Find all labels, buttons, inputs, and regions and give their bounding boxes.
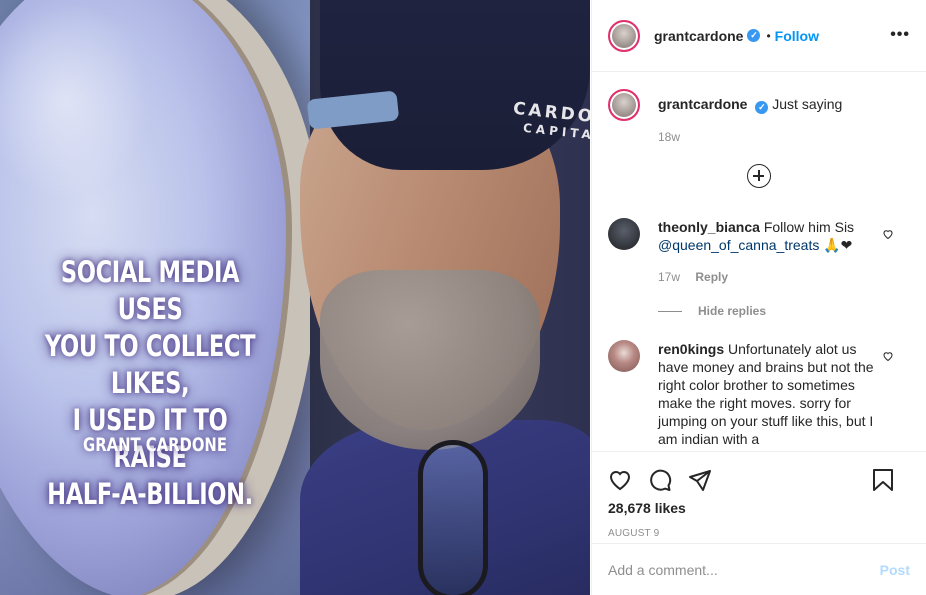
caption: grantcardone ✓ Just saying 18w [608,89,910,146]
add-comment-bar: Post [592,543,926,595]
author-avatar[interactable] [608,19,640,52]
more-options-icon[interactable]: ••• [890,27,910,43]
follow-button[interactable]: Follow [775,28,819,44]
caption-time[interactable]: 18w [658,130,680,144]
caption-meta: 18w [658,128,882,146]
quote-line: SOCIAL MEDIA USES [60,255,240,326]
verified-badge-icon: ✓ [755,101,769,114]
caption-username[interactable]: grantcardone [658,96,747,112]
comment-item: theonly_bianca Follow him Sis @queen_of_… [608,218,910,286]
quote-line: HALF-A-BILLION. [47,477,253,511]
hide-replies-button[interactable]: Hide replies [658,304,910,318]
post-date[interactable]: AUGUST 9 [608,528,910,539]
save-bookmark-icon[interactable] [872,468,894,492]
hide-replies-label: Hide replies [698,304,767,318]
comment-item: ren0kings Unfortunately alot us have mon… [608,340,910,448]
like-heart-icon[interactable] [608,468,632,492]
comment-input[interactable] [608,561,880,578]
post-actions: 28,678 likes AUGUST 9 [592,451,926,539]
quote-text: SOCIAL MEDIA USES YOU TO COLLECT LIKES, … [33,254,267,513]
post-header: grantcardone ✓ • Follow ••• [592,0,926,72]
post-image[interactable]: CARDO CAPITA SOCIAL MEDIA USES YOU TO CO… [0,0,590,595]
like-count[interactable]: 28,678 likes [608,500,910,516]
commenter-avatar[interactable] [608,218,640,250]
comment-username[interactable]: ren0kings [658,341,724,357]
author-username[interactable]: grantcardone [654,28,743,44]
comment-emoji: 🙏❤ [823,237,853,253]
verified-badge-icon: ✓ [747,29,761,42]
like-comment-heart-icon[interactable] [882,228,894,240]
post-comment-button[interactable]: Post [880,562,910,578]
load-more-comments-icon[interactable] [747,164,771,188]
quote-line: YOU TO COLLECT LIKES, [44,329,256,400]
caption-avatar[interactable] [608,89,640,121]
quote-author: GRANT CARDONE [83,434,227,456]
comment-bubble-icon[interactable] [648,468,672,492]
person-hat [320,0,590,170]
person-beard [320,270,540,450]
caption-text: Just saying [772,96,843,112]
post-sidebar: grantcardone ✓ • Follow ••• grantcardone… [591,0,926,595]
sunglasses [418,440,488,595]
like-comment-heart-icon[interactable] [882,350,894,362]
comment-text: Follow him Sis [763,219,855,235]
comment-mention-link[interactable]: @queen_of_canna_treats [658,237,819,253]
reply-button[interactable]: Reply [695,270,728,284]
share-paper-plane-icon[interactable] [688,468,712,492]
comment-username[interactable]: theonly_bianca [658,219,760,235]
action-bar [608,460,910,500]
comment-time[interactable]: 17w [658,270,680,284]
commenter-avatar[interactable] [608,340,640,372]
hide-replies-line [658,310,682,312]
comment-meta: 17w Reply [658,268,882,286]
separator-dot: • [766,28,771,43]
comments-section[interactable]: grantcardone ✓ Just saying 18w theonly_b… [592,73,926,451]
